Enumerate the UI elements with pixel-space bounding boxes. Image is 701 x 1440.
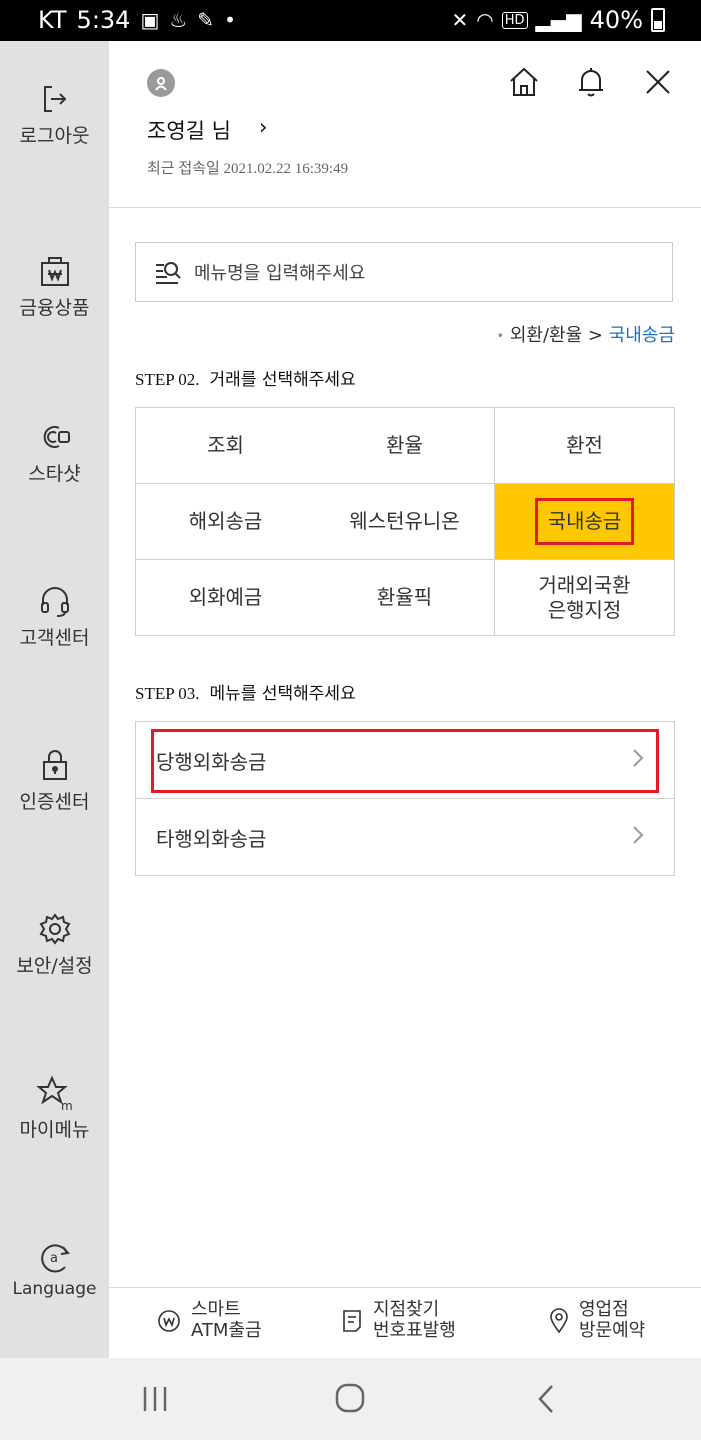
wifi-icon: ◠ [476,8,494,32]
home-button-icon[interactable] [334,1382,366,1414]
transaction-grid: 조회 환율 환전 해외송금 웨스턴유니온 국내송금 외화예금 환율픽 거래외국환… [135,407,675,636]
last-login: 최근 접속일 2021.02.22 16:39:49 [147,161,349,177]
gear-icon [39,913,70,945]
back-icon[interactable] [536,1384,556,1414]
sidebar-item-label: 마이메뉴 [19,1119,90,1141]
option-exchange-rate[interactable]: 환율 [315,408,495,484]
svg-text:a: a [50,1251,58,1266]
highlight-box [151,729,659,793]
sidebar: 로그아웃 금융상품 스타샷 고객센터 인증센터 보안/설정 m 마이메뉴 a L… [0,41,109,1358]
quick-label: 지점찾기 [373,1299,440,1320]
quick-branch-finder[interactable]: 지점찾기 번호표발행 [341,1299,456,1341]
sidebar-item-language[interactable]: a Language [0,1237,109,1299]
option-fx-deposit[interactable]: 외화예금 [136,560,316,636]
bullet: • [496,329,504,343]
svg-text:m: m [61,1099,73,1113]
sidebar-item-label: 고객센터 [19,627,90,649]
search-icon [156,262,181,284]
option-currency-exchange[interactable]: 환전 [495,408,675,484]
sidebar-item-customer-center[interactable]: 고객센터 [0,581,109,650]
sidebar-item-starshot[interactable]: 스타샷 [0,417,109,486]
close-icon[interactable] [641,65,675,99]
breadcrumb-current: 국내송금 [608,325,675,346]
sidebar-item-my-menu[interactable]: m 마이메뉴 [0,1073,109,1142]
quick-smart-atm[interactable]: 스마트 ATM출금 [157,1299,262,1341]
sidebar-item-label: 금융상품 [19,297,90,319]
mute-icon: ✕ [451,8,469,32]
location-pin-icon [550,1307,568,1334]
sidebar-item-security-settings[interactable]: 보안/설정 [0,909,109,978]
bottom-quick-bar: 스마트 ATM출금 지점찾기 번호표발행 영업점 방문예약 [109,1287,701,1359]
clock: 5:34 [76,6,131,34]
battery-icon [651,8,665,32]
step3-number: STEP 03. [135,684,200,703]
option-overseas-remittance[interactable]: 해외송금 [136,484,316,560]
step3-heading: STEP 03. 메뉴를 선택해주세요 [135,679,356,704]
step2-number: STEP 02. [135,370,200,389]
step3-title: 메뉴를 선택해주세요 [209,684,356,704]
headset-icon [40,587,69,617]
status-bar: KT 5:34 ▣ ♨ ✎ • ✕ ◠ HD ▂▄▆ 40% [0,0,701,41]
home-icon[interactable] [507,65,541,99]
ticket-icon [343,1309,361,1332]
option-inquiry[interactable]: 조회 [136,408,316,484]
bell-icon[interactable] [574,65,608,99]
avatar[interactable] [147,69,175,97]
carrier-label: KT [38,6,67,34]
breadcrumb-separator: > [587,325,604,346]
battery-percent: 40% [589,6,643,34]
user-icon [155,77,167,91]
lock-icon [42,750,67,780]
step2-title: 거래를 선택해주세요 [209,370,356,390]
option-fx-bank-designation[interactable]: 거래외국환 은행지정 [495,560,675,636]
menu-item-other-bank-fx-remittance[interactable]: 타행외화송금 [135,799,675,876]
menu-search[interactable] [135,242,673,302]
starshot-icon [43,426,70,448]
breadcrumb-parent[interactable]: 외환/환율 [510,325,582,346]
sidebar-item-label: 인증센터 [19,791,90,813]
menu-item-label: 타행외화송금 [156,827,267,851]
gallery-notification-icon: ▣ [140,8,160,32]
sidebar-item-label: Language [12,1279,97,1299]
step2-heading: STEP 02. 거래를 선택해주세요 [135,365,356,390]
hd-icon: HD [501,11,528,29]
quick-label: 스마트 [191,1299,241,1320]
chevron-right-icon [633,826,644,844]
sidebar-item-financial-products[interactable]: 금융상품 [0,251,109,320]
sidebar-item-label: 보안/설정 [16,955,93,977]
option-western-union[interactable]: 웨스턴유니온 [315,484,495,560]
recent-apps-icon[interactable] [140,1385,170,1413]
more-notifications-icon: • [224,8,236,32]
quick-label: ATM출금 [191,1319,262,1341]
sidebar-item-auth-center[interactable]: 인증센터 [0,745,109,814]
breadcrumb: • 외환/환율 > 국내송금 [497,321,675,347]
signal-icon: ▂▄▆ [535,8,582,32]
quick-label: 방문예약 [579,1319,646,1341]
star-m-icon: m [35,1075,73,1113]
option-domestic-remittance[interactable]: 국내송금 [495,484,675,560]
sidebar-item-label: 로그아웃 [19,125,90,147]
quick-label: 영업점 [579,1299,629,1320]
search-input[interactable] [192,255,656,291]
chevron-right-icon[interactable]: › [259,115,267,139]
system-nav-bar [0,1358,701,1440]
sidebar-item-label: 스타샷 [28,463,81,485]
logout-icon [43,86,66,112]
selected-highlight: 국내송금 [534,498,635,545]
won-coin-icon [158,1309,180,1332]
username[interactable]: 조영길 님 [147,115,231,145]
quick-label: 번호표발행 [373,1319,456,1341]
sidebar-item-logout[interactable]: 로그아웃 [0,79,109,148]
option-rate-pick[interactable]: 환율픽 [315,560,495,636]
volte-icon: ✎ [197,8,215,32]
financial-product-icon [40,257,69,286]
quick-branch-visit-reservation[interactable]: 영업점 방문예약 [549,1299,646,1341]
language-icon: a [40,1244,70,1273]
divider [109,207,701,208]
main-panel: 조영길 님 › 최근 접속일 2021.02.22 16:39:49 • 외환/환… [109,41,701,1359]
app-notification-icon: ♨ [169,8,188,32]
